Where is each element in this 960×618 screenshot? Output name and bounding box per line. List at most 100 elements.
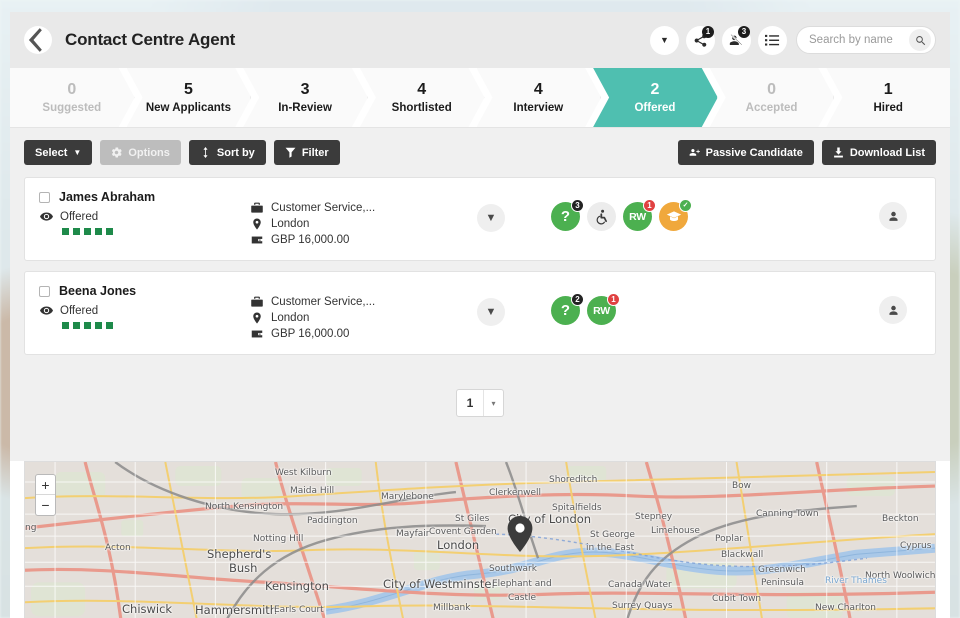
map-label: Maida Hill xyxy=(290,486,334,496)
list-toolbar: Select ▼ Options Sort by Filter xyxy=(10,128,950,177)
stage-label: Hired xyxy=(873,102,902,114)
stage-new-applicants[interactable]: 5 New Applicants xyxy=(127,68,252,127)
map-label: Paddington xyxy=(307,516,358,526)
user-plus-icon xyxy=(689,147,700,158)
search-container[interactable] xyxy=(796,26,936,54)
page-number[interactable]: 1 xyxy=(457,390,483,416)
pagination-control[interactable]: 1 ▾ xyxy=(456,389,504,417)
education-badge[interactable]: ✓ xyxy=(659,202,688,231)
filter-button[interactable]: Filter xyxy=(274,140,340,165)
map-label: Chiswick xyxy=(122,602,172,616)
eye-icon xyxy=(40,304,53,317)
list-view-button[interactable] xyxy=(758,26,787,55)
questionnaire-badge[interactable]: ? 2 xyxy=(551,296,580,325)
candidate-status-row: Offered xyxy=(40,210,239,223)
unassign-user-button[interactable]: 3 xyxy=(722,26,751,55)
avatar[interactable] xyxy=(879,202,907,230)
map-label: Elephant and xyxy=(492,579,552,589)
stage-count: 0 xyxy=(767,81,776,99)
map-zoom-out-button[interactable]: − xyxy=(36,495,55,515)
map-label: Surrey Quays xyxy=(612,601,673,611)
sort-by-button[interactable]: Sort by xyxy=(189,140,266,165)
map-label: Covent Garden xyxy=(429,527,497,537)
expand-row-button[interactable]: ▼ xyxy=(477,204,505,232)
candidate-salary: GBP 16,000.00 xyxy=(271,234,349,246)
questionnaire-badge[interactable]: ? 3 xyxy=(551,202,580,231)
stage-count: 5 xyxy=(184,81,193,99)
chevron-down-icon: ▼ xyxy=(486,306,497,318)
stage-hired[interactable]: 1 Hired xyxy=(826,68,950,127)
map-label: Kensington xyxy=(265,579,329,593)
map-label: Acton xyxy=(105,543,131,553)
row-checkbox[interactable] xyxy=(39,286,50,297)
map-label: Stepney xyxy=(635,512,672,522)
application-window: Contact Centre Agent ▼ 1 3 xyxy=(10,12,950,618)
header-actions: ▼ 1 3 xyxy=(650,26,936,55)
caret-down-icon: ▼ xyxy=(660,35,669,45)
map-zoom-in-button[interactable]: + xyxy=(36,475,55,495)
right-to-work-badge[interactable]: RW 1 xyxy=(623,202,652,231)
chevron-down-icon: ▼ xyxy=(73,148,81,157)
pipeline-stages: 0 Suggested 5 New Applicants 3 In-Review… xyxy=(10,68,950,128)
stage-label: Offered xyxy=(634,102,675,114)
stage-accepted[interactable]: 0 Accepted xyxy=(710,68,835,127)
more-options-button[interactable]: ▼ xyxy=(650,26,679,55)
search-input[interactable] xyxy=(809,34,909,46)
map-label: Notting Hill xyxy=(253,534,303,544)
location-row: London xyxy=(251,218,431,230)
download-list-button[interactable]: Download List xyxy=(822,140,936,165)
stage-label: Suggested xyxy=(42,102,101,114)
map-label: City of Westminster xyxy=(383,577,496,591)
candidate-status: Offered xyxy=(60,211,98,223)
stage-shortlisted[interactable]: 4 Shortlisted xyxy=(360,68,485,127)
stage-label: Shortlisted xyxy=(392,102,452,114)
page-dropdown-caret[interactable]: ▾ xyxy=(483,390,503,416)
stage-suggested[interactable]: 0 Suggested xyxy=(10,68,135,127)
accessibility-badge[interactable] xyxy=(587,202,616,231)
stage-interview[interactable]: 4 Interview xyxy=(477,68,602,127)
table-row[interactable]: James Abraham Offered xyxy=(24,177,936,261)
candidate-salary: GBP 16,000.00 xyxy=(271,328,349,340)
map-panel[interactable]: West Kilburn Maida Hill North Kensington… xyxy=(24,461,936,618)
expand-row-button[interactable]: ▼ xyxy=(477,298,505,326)
wallet-icon xyxy=(251,328,263,340)
candidate-status-row: Offered xyxy=(40,304,239,317)
map-pin-marker[interactable] xyxy=(507,516,533,552)
share-badge: 1 xyxy=(702,26,714,38)
avatar[interactable] xyxy=(879,296,907,324)
map-label: ng xyxy=(25,523,36,533)
stage-count: 4 xyxy=(417,81,426,99)
map-label: St Giles xyxy=(455,514,489,524)
location-pin-icon xyxy=(251,218,263,230)
filter-label: Filter xyxy=(302,147,329,159)
map-label: New Charlton xyxy=(815,603,876,613)
map-label: Limehouse xyxy=(651,526,700,536)
candidate-meta: Customer Service,... London GBP 16,000.0… xyxy=(251,284,431,344)
candidate-name: James Abraham xyxy=(59,190,155,204)
map-label: Peninsula xyxy=(761,578,804,588)
select-label: Select xyxy=(35,147,67,159)
select-button[interactable]: Select ▼ xyxy=(24,140,92,165)
expand-column: ▼ xyxy=(431,190,551,232)
options-button[interactable]: Options xyxy=(100,140,181,165)
map-label: Marylebone xyxy=(381,492,434,502)
search-submit-button[interactable] xyxy=(909,29,931,51)
table-row[interactable]: Beena Jones Offered xyxy=(24,271,936,355)
right-to-work-count: 1 xyxy=(607,293,620,306)
stage-in-review[interactable]: 3 In-Review xyxy=(243,68,368,127)
stage-count: 4 xyxy=(534,81,543,99)
map-label: Shoreditch xyxy=(549,475,597,485)
candidate-identity: James Abraham Offered xyxy=(39,190,239,235)
location-pin-icon xyxy=(251,312,263,324)
right-to-work-badge[interactable]: RW 1 xyxy=(587,296,616,325)
candidate-location: London xyxy=(271,312,309,324)
share-button[interactable]: 1 xyxy=(686,26,715,55)
map-zoom-controls: + − xyxy=(35,474,56,516)
avatar-column xyxy=(865,284,921,324)
stage-offered[interactable]: 2 Offered xyxy=(593,68,718,127)
map-label: St George xyxy=(590,530,635,540)
passive-candidate-button[interactable]: Passive Candidate xyxy=(678,140,814,165)
back-button[interactable] xyxy=(24,26,52,54)
education-verified-check: ✓ xyxy=(679,199,692,212)
row-checkbox[interactable] xyxy=(39,192,50,203)
